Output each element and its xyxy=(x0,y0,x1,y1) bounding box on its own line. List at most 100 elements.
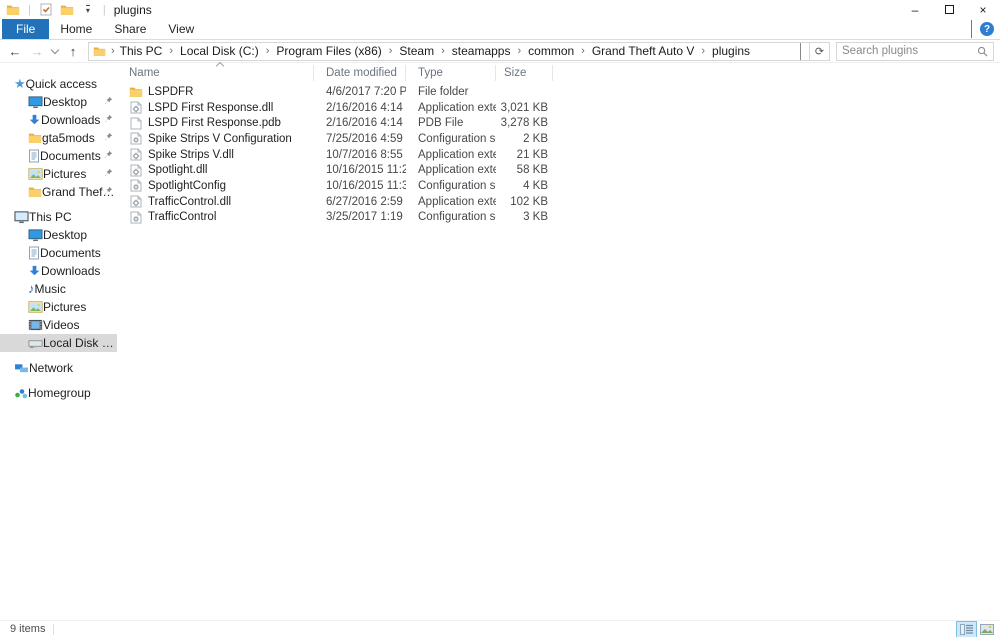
help-button[interactable]: ? xyxy=(980,22,994,36)
file-size-cell: 21 KB xyxy=(516,148,548,161)
search-icon[interactable] xyxy=(977,46,988,57)
recent-locations-button[interactable] xyxy=(48,41,62,61)
table-row[interactable]: SpotlightConfig 10/16/2015 11:30 ... Confi… xyxy=(117,178,1000,194)
breadcrumb-item[interactable]: plugins xyxy=(709,44,753,58)
sidebar-item-music[interactable]: ♪ Music xyxy=(0,280,117,298)
file-type-cell: Configuration sett... xyxy=(418,211,496,224)
sidebar-item-this-pc[interactable]: This PC xyxy=(0,208,117,226)
customize-qat-button[interactable]: ▾ xyxy=(80,2,96,17)
sidebar-item-desktop[interactable]: Desktop xyxy=(0,226,117,244)
navigation-toolbar: ← → ↑ › This PC › Local Disk (C:) › Program … xyxy=(0,40,1000,63)
tab-view[interactable]: View xyxy=(157,19,205,39)
minimize-button[interactable]: – xyxy=(898,0,932,19)
sidebar-item-downloads[interactable]: Downloads xyxy=(0,111,117,129)
file-name-cell: LSPD First Response.dll xyxy=(117,101,314,115)
breadcrumb-chevron-icon[interactable]: › xyxy=(387,45,395,57)
sidebar-item-documents[interactable]: Documents xyxy=(0,244,117,262)
sidebar-item-pictures[interactable]: Pictures xyxy=(0,165,117,183)
column-header-row: Name Date modified Type Size xyxy=(117,62,1000,84)
sidebar-item-label: Pictures xyxy=(43,300,87,314)
file-name: Spike Strips V.dll xyxy=(148,148,234,161)
status-separator xyxy=(53,623,55,635)
file-type-cell: File folder xyxy=(418,85,469,98)
breadcrumb-item[interactable]: Local Disk (C:) xyxy=(177,44,262,58)
sidebar-item-pictures[interactable]: Pictures xyxy=(0,298,117,316)
table-row[interactable]: Spike Strips V Configuration 7/25/2016 4:… xyxy=(117,131,1000,147)
sidebar-item-network[interactable]: Network xyxy=(0,359,117,377)
sidebar-item-downloads[interactable]: Downloads xyxy=(0,262,117,280)
sidebar-item-gta5mods[interactable]: gta5mods xyxy=(0,129,117,147)
breadcrumb-chevron-icon[interactable]: › xyxy=(264,45,272,57)
new-folder-button[interactable] xyxy=(59,2,75,17)
properties-button[interactable] xyxy=(38,2,54,17)
column-header-date-modified[interactable]: Date modified xyxy=(314,65,406,81)
breadcrumb-chevron-icon[interactable]: › xyxy=(109,45,117,57)
file-name: TrafficControl xyxy=(148,211,217,224)
table-row[interactable]: Spike Strips V.dll 10/7/2016 8:55 PM Appli… xyxy=(117,147,1000,163)
up-button[interactable]: ↑ xyxy=(62,41,84,61)
table-row[interactable]: TrafficControl.dll 6/27/2016 2:59 PM Appli… xyxy=(117,194,1000,210)
tab-file[interactable]: File xyxy=(2,19,50,39)
documents-icon xyxy=(28,149,40,163)
local-disk-icon xyxy=(28,338,43,349)
sidebar-item-desktop[interactable]: Desktop xyxy=(0,93,117,111)
breadcrumb-chevron-icon[interactable]: › xyxy=(439,45,447,57)
sidebar-item-local-disk-c-[interactable]: Local Disk (C:) xyxy=(0,334,117,352)
column-header-name[interactable]: Name xyxy=(117,65,314,81)
maximize-button[interactable] xyxy=(932,0,966,19)
ribbon-right-controls: ? xyxy=(971,19,994,39)
file-size-cell: 2 KB xyxy=(523,132,548,145)
search-input[interactable] xyxy=(842,45,974,57)
sidebar-item-grand-theft-auto[interactable]: Grand Theft Auto xyxy=(0,183,117,201)
address-dropdown-button[interactable] xyxy=(794,42,807,60)
breadcrumb-chevron-icon[interactable]: › xyxy=(699,45,707,57)
pictures-icon xyxy=(28,301,43,313)
sidebar-item-label: Videos xyxy=(43,318,80,332)
breadcrumb-item[interactable]: Grand Theft Auto V xyxy=(589,44,698,58)
details-view-button[interactable] xyxy=(956,620,977,637)
refresh-button[interactable]: ⟳ xyxy=(810,41,830,61)
sidebar-item-videos[interactable]: Videos xyxy=(0,316,117,334)
file-date-cell: 6/27/2016 2:59 PM xyxy=(326,195,406,208)
back-button[interactable]: ← xyxy=(4,41,26,61)
file-size-cell: 102 KB xyxy=(510,195,548,208)
breadcrumb-item[interactable]: Program Files (x86) xyxy=(273,44,384,58)
column-header-type[interactable]: Type xyxy=(406,65,496,81)
address-bar[interactable]: › This PC › Local Disk (C:) › Program Files … xyxy=(88,41,810,61)
table-row[interactable]: TrafficControl 3/25/2017 1:19 PM Configura… xyxy=(117,210,1000,226)
breadcrumb-item[interactable]: This PC xyxy=(117,44,166,58)
thumbnails-view-button[interactable] xyxy=(977,622,996,637)
sidebar-item-quick-access[interactable]: ★ Quick access xyxy=(0,75,117,93)
file-name-cell: Spike Strips V Configuration xyxy=(117,132,314,146)
items-count: 9 items xyxy=(10,623,46,635)
file-name-cell: Spotlight.dll xyxy=(117,163,314,177)
tab-share[interactable]: Share xyxy=(103,19,157,39)
table-row[interactable]: Spotlight.dll 10/16/2015 11:23 ... Applica… xyxy=(117,162,1000,178)
table-row[interactable]: LSPD First Response.pdb 2/16/2016 4:14 PM… xyxy=(117,115,1000,131)
sidebar-item-label: Local Disk (C:) xyxy=(43,336,117,350)
file-name: TrafficControl.dll xyxy=(148,195,232,208)
sidebar-item-homegroup[interactable]: Homegroup xyxy=(0,384,117,402)
forward-button[interactable]: → xyxy=(26,41,48,61)
sidebar-item-label: Documents xyxy=(40,246,101,260)
column-header-size[interactable]: Size xyxy=(496,65,553,81)
file-list-pane: Name Date modified Type Size LSPDFR 4/6/2017… xyxy=(117,62,1000,620)
breadcrumb-item[interactable]: Steam xyxy=(396,44,437,58)
breadcrumb-chevron-icon[interactable]: › xyxy=(579,45,587,57)
breadcrumb-chevron-icon[interactable]: › xyxy=(167,45,175,57)
close-button[interactable]: × xyxy=(966,0,1000,19)
tab-home[interactable]: Home xyxy=(49,19,103,39)
breadcrumb: This PC › Local Disk (C:) › Program Files (x… xyxy=(117,44,794,58)
table-row[interactable]: LSPD First Response.dll 2/16/2016 4:14 PM… xyxy=(117,100,1000,116)
breadcrumb-item[interactable]: common xyxy=(525,44,577,58)
breadcrumb-item[interactable]: steamapps xyxy=(449,44,514,58)
sidebar-item-documents[interactable]: Documents xyxy=(0,147,117,165)
table-row[interactable]: LSPDFR 4/6/2017 7:20 PM File folder xyxy=(117,84,1000,100)
expand-ribbon-button[interactable] xyxy=(971,20,972,38)
file-name: LSPD First Response.dll xyxy=(148,101,274,114)
downloads-icon xyxy=(28,114,41,127)
pictures-icon xyxy=(28,168,43,180)
dll-file-icon xyxy=(129,101,143,115)
breadcrumb-chevron-icon[interactable]: › xyxy=(515,45,523,57)
pin-icon xyxy=(104,114,113,123)
